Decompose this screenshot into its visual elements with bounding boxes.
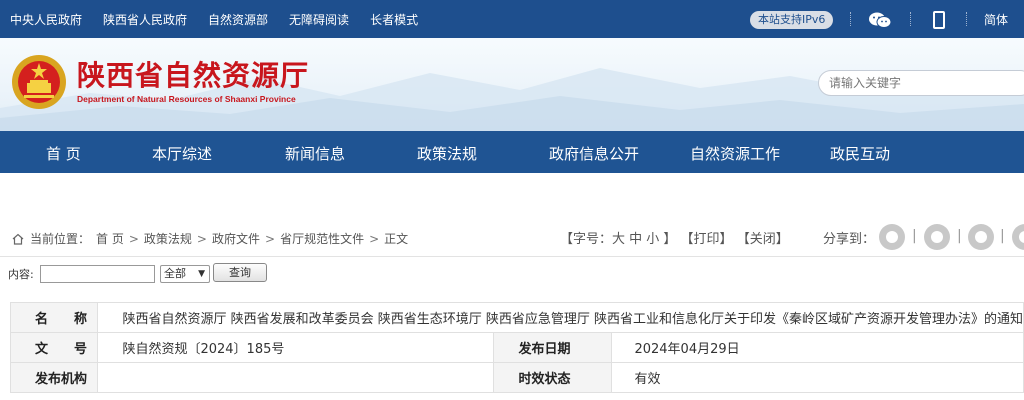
document-info-table: 名 称 陕西省自然资源厅 陕西省发展和改革委员会 陕西省生态环境厅 陕西省应急管… <box>9 302 1024 393</box>
simplified-chinese-toggle[interactable]: 简体 <box>984 11 1008 28</box>
mobile-phone-icon[interactable] <box>933 11 945 29</box>
share-divider: | <box>912 228 917 244</box>
weibo-share-icon[interactable] <box>924 224 950 250</box>
doc-name-label: 名 称 <box>9 302 99 333</box>
breadcrumb-gov-docs[interactable]: 政府文件 <box>212 230 260 247</box>
keyword-search-input[interactable]: 请输入关键字 <box>818 70 1024 96</box>
share-divider: | <box>957 228 962 244</box>
top-divider <box>966 12 967 26</box>
qq-share-icon[interactable] <box>968 224 994 250</box>
validity-status-label: 时效状态 <box>493 362 613 393</box>
breadcrumb-prefix: 当前位置： <box>30 232 91 246</box>
font-size-control[interactable]: 【字号：大 中 小 】 <box>560 232 676 247</box>
qzone-share-icon[interactable] <box>1012 224 1024 250</box>
table-row: 文 号 陕自然资规〔2024〕185号 发布日期 2024年04月29日 <box>9 332 1024 363</box>
table-row: 发布机构 时效状态 有效 <box>9 362 1024 393</box>
site-subtitle: Department of Natural Resources of Shaan… <box>77 94 296 104</box>
home-icon <box>12 233 24 245</box>
top-divider <box>910 12 911 26</box>
nav-item-news[interactable]: 新闻信息 <box>285 143 345 164</box>
doc-name-value: 陕西省自然资源厅 陕西省发展和改革委员会 陕西省生态环境厅 陕西省应急管理厅 陕… <box>97 302 1024 333</box>
nav-item-gov-info[interactable]: 政府信息公开 <box>549 143 639 164</box>
top-bar: 中央人民政府 陕西省人民政府 自然资源部 无障碍阅读 长者模式 本站支持IPv6… <box>0 0 1024 38</box>
table-row: 名 称 陕西省自然资源厅 陕西省发展和改革委员会 陕西省生态环境厅 陕西省应急管… <box>9 302 1024 333</box>
publish-date-label: 发布日期 <box>493 332 613 363</box>
breadcrumb-separator: > <box>128 231 139 246</box>
chevron-down-icon: ▼ <box>198 269 205 279</box>
query-button[interactable]: 查询 <box>213 263 267 282</box>
breadcrumb-separator: > <box>265 231 276 246</box>
breadcrumb-separator: > <box>369 231 380 246</box>
ipv6-badge: 本站支持IPv6 <box>750 11 834 29</box>
top-link-elder-mode[interactable]: 长者模式 <box>370 11 418 28</box>
nav-item-interaction[interactable]: 政民互动 <box>830 143 890 164</box>
top-link-central-gov[interactable]: 中央人民政府 <box>10 11 82 28</box>
top-divider <box>850 12 851 26</box>
main-nav: 首 页 本厅综述 新闻信息 政策法规 政府信息公开 自然资源工作 政民互动 <box>0 131 1024 173</box>
content-query-input[interactable] <box>40 265 155 283</box>
nav-item-policy[interactable]: 政策法规 <box>417 143 477 164</box>
breadcrumb-home[interactable]: 首 页 <box>96 230 124 247</box>
content-query-label: 内容: <box>8 268 34 281</box>
share-divider: | <box>1000 228 1005 244</box>
breadcrumb-current: 正文 <box>384 232 409 246</box>
breadcrumb-normative-docs[interactable]: 省厅规范性文件 <box>280 230 364 247</box>
doc-number-value: 陕自然资规〔2024〕185号 <box>97 332 495 363</box>
breadcrumb-policy[interactable]: 政策法规 <box>144 230 192 247</box>
nav-item-home[interactable]: 首 页 <box>46 143 81 164</box>
validity-status-value: 有效 <box>611 362 1024 393</box>
print-link[interactable]: 【打印】 <box>681 232 733 247</box>
nav-item-overview[interactable]: 本厅综述 <box>152 143 212 164</box>
national-emblem-icon <box>12 55 66 109</box>
share-label: 分享到： <box>823 232 876 247</box>
site-banner: 陕西省自然资源厅 Department of Natural Resources… <box>0 38 1024 131</box>
wechat-share-icon[interactable] <box>879 224 905 250</box>
top-link-accessibility[interactable]: 无障碍阅读 <box>289 11 349 28</box>
top-link-provincial-gov[interactable]: 陕西省人民政府 <box>103 11 187 28</box>
wechat-icon[interactable] <box>868 11 892 29</box>
scope-select-value: 全部 <box>164 267 186 280</box>
scope-select[interactable]: 全部 ▼ <box>160 265 210 283</box>
publish-date-value: 2024年04月29日 <box>611 332 1024 363</box>
close-link[interactable]: 【关闭】 <box>737 232 789 247</box>
top-link-ministry[interactable]: 自然资源部 <box>208 11 268 28</box>
nav-item-resources-work[interactable]: 自然资源工作 <box>690 143 780 164</box>
breadcrumb: 当前位置： 首 页 > 政策法规 > 政府文件 > 省厅规范性文件 > 正文 <box>12 230 408 247</box>
section-divider <box>0 256 1024 257</box>
breadcrumb-separator: > <box>196 231 207 246</box>
top-links: 中央人民政府 陕西省人民政府 自然资源部 无障碍阅读 长者模式 <box>10 0 439 38</box>
issuing-org-label: 发布机构 <box>9 362 99 393</box>
doc-number-label: 文 号 <box>9 332 99 363</box>
page-tools: 【字号：大 中 小 】 【打印】 【关闭】 <box>560 228 789 247</box>
issuing-org-value <box>97 362 495 393</box>
site-title: 陕西省自然资源厅 <box>77 59 310 92</box>
